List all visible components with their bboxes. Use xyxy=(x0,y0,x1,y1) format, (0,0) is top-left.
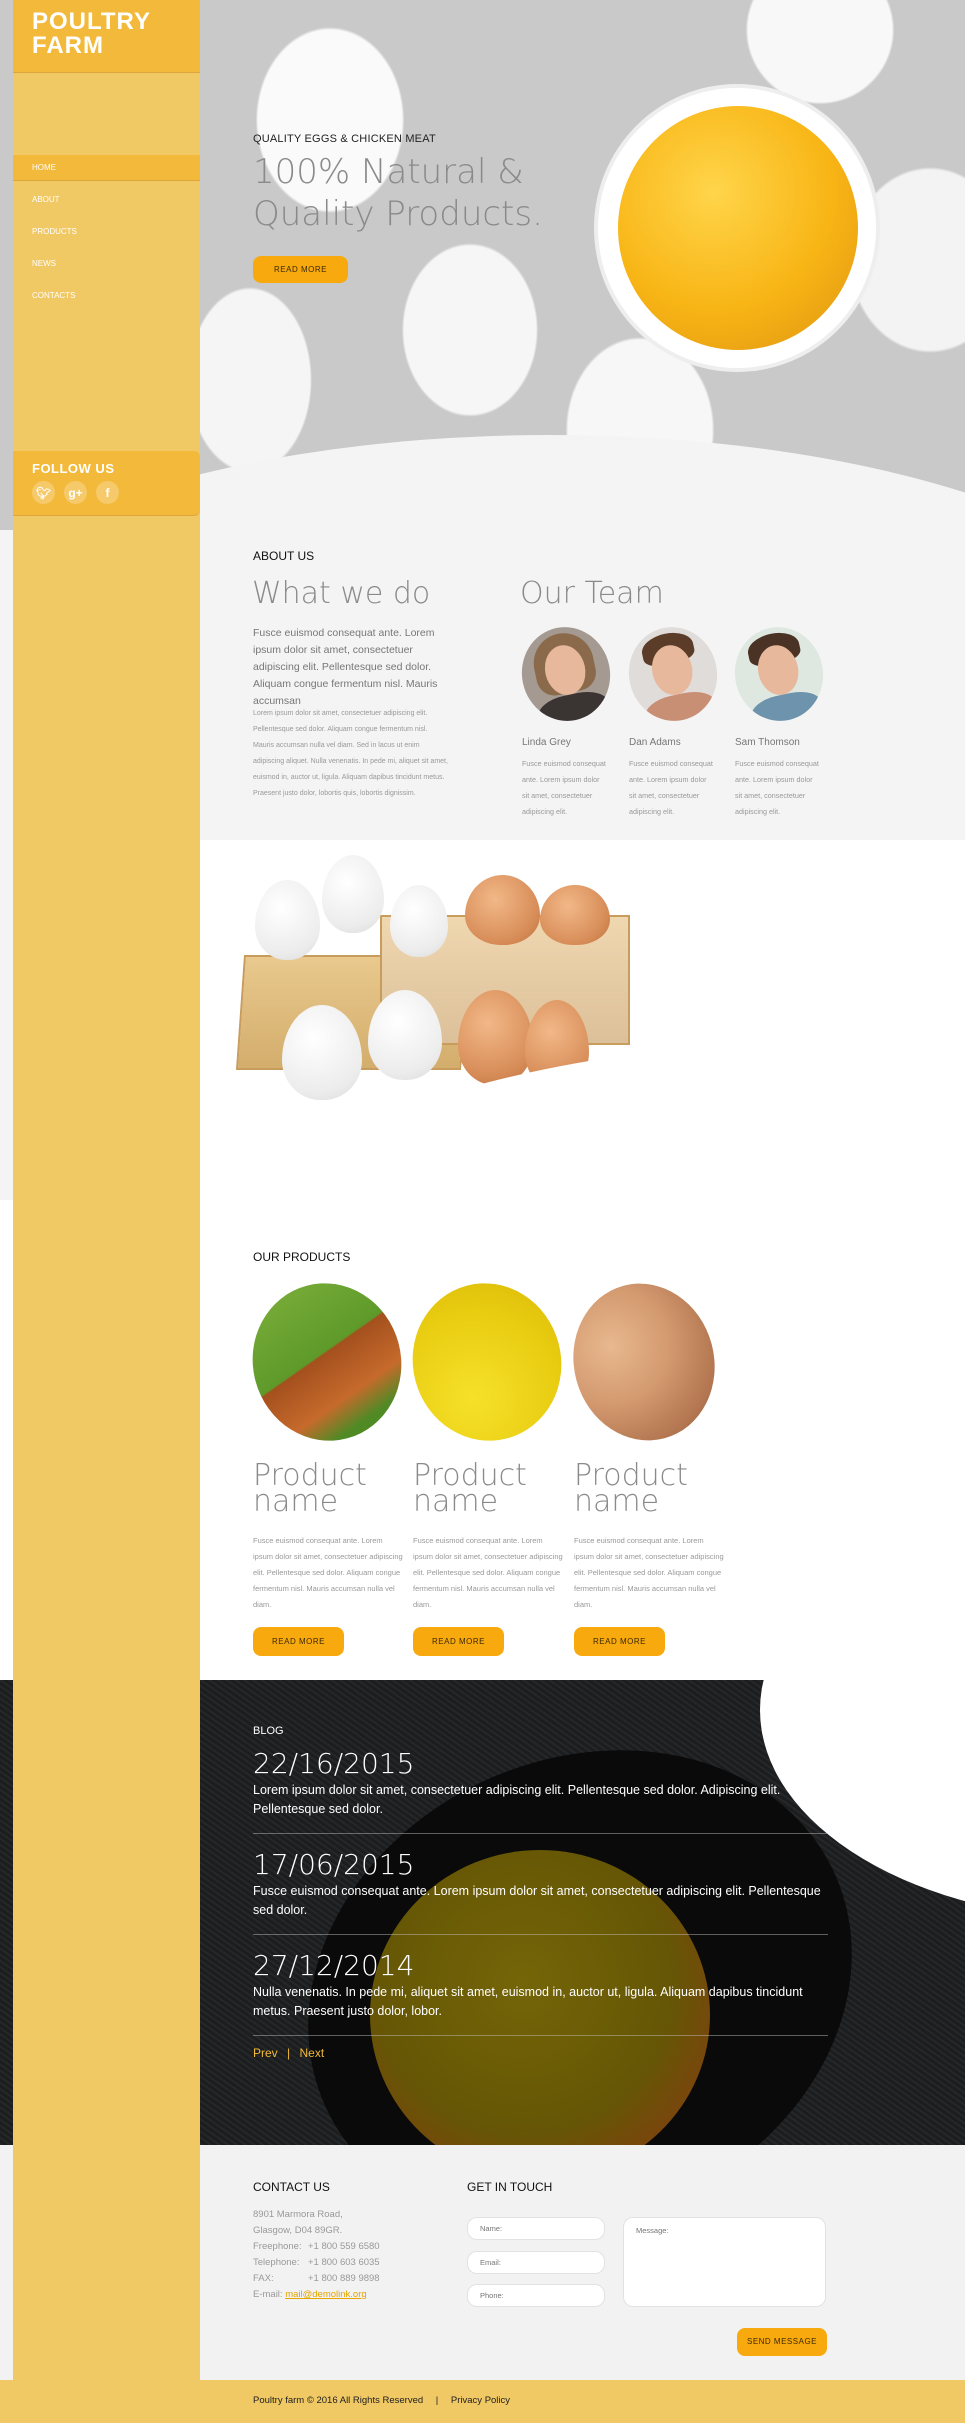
copyright: Poultry farm © 2016 All Rights Reserved xyxy=(253,2395,424,2406)
team-member-desc: Fusce euismod consequat ante. Lorem ipsu… xyxy=(629,759,713,816)
contact-title: CONTACT US xyxy=(253,2180,330,2194)
hero-subtitle: QUALITY EGGS & CHICKEN MEAT xyxy=(253,133,436,145)
product-name: Product name xyxy=(253,1458,367,1519)
nav-item-contacts[interactable]: CONTACTS xyxy=(13,283,200,309)
next-link[interactable]: Next xyxy=(300,2046,325,2060)
hero-text: QUALITY EGGS & CHICKEN MEAT 100% Natural… xyxy=(253,133,583,235)
pager-separator: | xyxy=(287,2046,291,2060)
nav-item-about[interactable]: ABOUT xyxy=(13,187,200,213)
telephone-label: Telephone: xyxy=(253,2257,300,2268)
team-member-desc: Fusce euismod consequat ante. Lorem ipsu… xyxy=(522,759,606,816)
product-desc: Fusce euismod consequat ante. Lorem ipsu… xyxy=(253,1536,403,1609)
fax-value: +1 800 889 9898 xyxy=(308,2273,380,2284)
team-member: Linda Grey Fusce euismod consequat ante.… xyxy=(513,618,619,820)
send-message-button[interactable]: SEND MESSAGE xyxy=(737,2328,827,2356)
address-line-2: Glasgow, D04 89GR. xyxy=(253,2225,343,2236)
team-member-name: Linda Grey xyxy=(522,737,571,748)
email-link[interactable]: mail@demolink.org xyxy=(285,2289,366,2300)
address-line-1: 8901 Marmora Road, xyxy=(253,2209,343,2220)
privacy-policy-link[interactable]: Privacy Policy xyxy=(451,2395,510,2406)
product-read-more-button[interactable]: READ MORE xyxy=(413,1627,504,1656)
follow-us-title: FOLLOW US xyxy=(32,461,115,476)
about-heading: What we do xyxy=(252,576,431,611)
twitter-icon[interactable]: 🐦︎ xyxy=(32,481,55,504)
hero-read-more-button[interactable]: READ MORE xyxy=(253,256,348,283)
product-read-more-button[interactable]: READ MORE xyxy=(574,1627,665,1656)
blog-pager: Prev | Next xyxy=(253,2046,828,2060)
team-member-desc: Fusce euismod consequat ante. Lorem ipsu… xyxy=(735,759,819,816)
product-card: Product name Fusce euismod consequat ant… xyxy=(235,1266,419,1656)
main-nav: HOME ABOUT PRODUCTS NEWS CONTACTS xyxy=(13,155,200,315)
product-name: Product name xyxy=(413,1458,527,1519)
phone-field[interactable] xyxy=(467,2284,605,2307)
blog-label: BLOG xyxy=(253,1725,284,1737)
footer-text: Poultry farm © 2016 All Rights Reserved … xyxy=(253,2395,520,2406)
blog-post-date: 27/12/2014 xyxy=(253,1949,415,1982)
blog-post-text[interactable]: Nulla venenatis. In pede mi, aliquet sit… xyxy=(253,1983,828,2021)
hero-title: 100% Natural & Quality Products. xyxy=(253,152,543,234)
prev-link[interactable]: Prev xyxy=(253,2046,278,2060)
blog-content: BLOG 22/16/2015 Lorem ipsum dolor sit am… xyxy=(253,1725,828,2060)
google-plus-icon[interactable]: g+ xyxy=(64,481,87,504)
blog-post-text[interactable]: Fusce euismod consequat ante. Lorem ipsu… xyxy=(253,1882,828,1920)
follow-us-panel: FOLLOW US 🐦︎ g+ f xyxy=(13,451,200,516)
product-image-eggs xyxy=(555,1267,733,1457)
email-label: E-mail: xyxy=(253,2289,283,2300)
nav-item-products[interactable]: PRODUCTS xyxy=(13,219,200,245)
contact-form: GET IN TOUCH SEND MESSAGE xyxy=(467,2180,827,2356)
team-member: Sam Thomson Fusce euismod consequat ante… xyxy=(726,618,832,820)
team-heading: Our Team xyxy=(520,576,664,611)
product-image-chicks xyxy=(395,1266,579,1458)
blog-post: 27/12/2014 Nulla venenatis. In pede mi, … xyxy=(253,1949,828,2036)
about-body-text: Lorem ipsum dolor sit amet, consectetuer… xyxy=(253,710,448,797)
products-label: OUR PRODUCTS xyxy=(253,1250,351,1264)
email-field[interactable] xyxy=(467,2251,605,2274)
product-desc: Fusce euismod consequat ante. Lorem ipsu… xyxy=(574,1536,724,1609)
form-title: GET IN TOUCH xyxy=(467,2180,553,2194)
sidebar: POULTRY FARM HOME ABOUT PRODUCTS NEWS CO… xyxy=(13,0,200,2380)
blog-post: 17/06/2015 Fusce euismod consequat ante.… xyxy=(253,1848,828,1935)
nav-item-news[interactable]: NEWS xyxy=(13,251,200,277)
product-card: Product name Fusce euismod consequat ant… xyxy=(555,1267,733,1656)
freephone-value: +1 800 559 6580 xyxy=(308,2241,380,2252)
facebook-icon[interactable]: f xyxy=(96,481,119,504)
logo[interactable]: POULTRY FARM xyxy=(13,0,200,73)
about-lead-text: Fusce euismod consequat ante. Lorem ipsu… xyxy=(253,627,438,707)
blog-post: 22/16/2015 Lorem ipsum dolor sit amet, c… xyxy=(253,1747,828,1834)
product-name: Product name xyxy=(574,1458,688,1519)
fax-label: FAX: xyxy=(253,2273,274,2284)
product-read-more-button[interactable]: READ MORE xyxy=(253,1627,344,1656)
freephone-label: Freephone: xyxy=(253,2241,302,2252)
blog-post-text[interactable]: Lorem ipsum dolor sit amet, consectetuer… xyxy=(253,1781,828,1819)
contact-info: CONTACT US 8901 Marmora Road, Glasgow, D… xyxy=(253,2180,493,2303)
blog-post-date: 22/16/2015 xyxy=(253,1747,415,1780)
team-member-name: Dan Adams xyxy=(629,737,681,748)
message-field[interactable] xyxy=(623,2217,826,2307)
logo-line-1: POULTRY xyxy=(32,8,151,35)
avatar xyxy=(620,618,726,730)
nav-item-home[interactable]: HOME xyxy=(13,155,200,181)
avatar xyxy=(726,618,832,730)
name-field[interactable] xyxy=(467,2217,605,2240)
team-member: Dan Adams Fusce euismod consequat ante. … xyxy=(620,618,726,820)
about-label: ABOUT US xyxy=(253,549,315,563)
telephone-value: +1 800 603 6035 xyxy=(308,2257,380,2268)
product-image-hens xyxy=(235,1266,419,1458)
logo-line-2: FARM xyxy=(32,32,104,59)
product-card: Product name Fusce euismod consequat ant… xyxy=(395,1266,579,1656)
social-links: 🐦︎ g+ f xyxy=(32,481,181,504)
team-member-name: Sam Thomson xyxy=(735,737,800,748)
footer-separator: | xyxy=(435,2395,439,2406)
egg-yolk-image xyxy=(598,88,876,368)
product-desc: Fusce euismod consequat ante. Lorem ipsu… xyxy=(413,1536,563,1609)
blog-post-date: 17/06/2015 xyxy=(253,1848,415,1881)
avatar xyxy=(513,618,619,730)
